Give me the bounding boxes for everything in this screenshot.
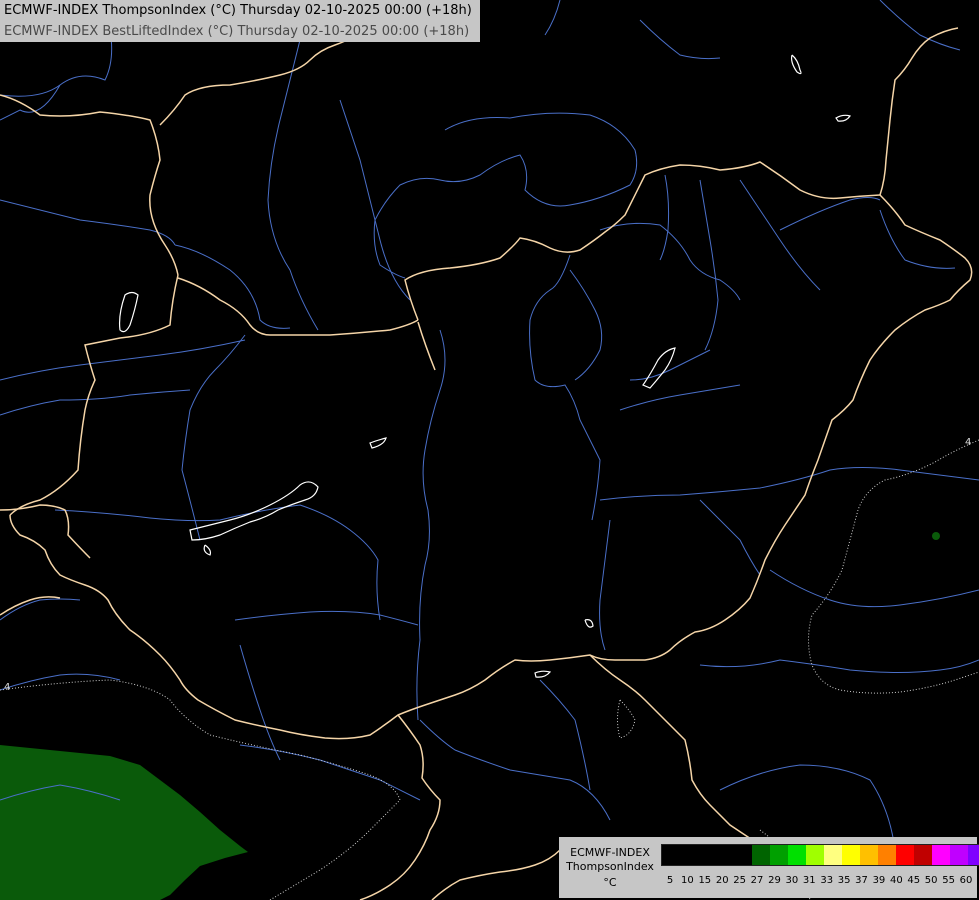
legend-tick-label: 60 [959,875,973,886]
map-title-best-lifted-index: ECMWF-INDEX BestLiftedIndex (°C) Thursda… [0,21,480,42]
legend-swatch [860,845,878,865]
legend-swatch [824,845,842,865]
contour-label: 4 [4,682,11,693]
legend-tick-label: 27 [750,875,764,886]
legend-tick-label: 30 [785,875,799,886]
legend-tick-label: 55 [942,875,955,886]
weather-map [0,0,979,900]
legend-swatch [716,845,734,865]
legend-title: ECMWF-INDEX ThompsonIndex [561,846,659,874]
legend-tick-label: 20 [715,875,729,886]
thompson-index-spot [932,532,940,540]
legend-swatch [680,845,698,865]
legend-tick-label: 33 [820,875,834,886]
legend-tick-label: 50 [924,875,938,886]
legend-unit: °C [603,876,617,889]
legend-swatch [914,845,932,865]
legend-tick-label: 5 [666,875,674,886]
legend-tick-label: 40 [889,875,903,886]
legend-tick-label: 45 [907,875,921,886]
legend-swatches [661,844,979,866]
legend-swatch [770,845,788,865]
legend-swatch [842,845,860,865]
legend-tick-label: 39 [872,875,886,886]
color-legend: ECMWF-INDEX ThompsonIndex °C 5 10 15 20 25 27… [559,837,979,898]
legend-swatch [734,845,752,865]
legend-tick-label: 37 [855,875,868,886]
legend-swatch [806,845,824,865]
legend-swatch [698,845,716,865]
legend-swatch [752,845,770,865]
legend-model: ECMWF-INDEX [570,846,650,859]
legend-swatch [932,845,950,865]
legend-swatch [878,845,896,865]
legend-swatch [788,845,806,865]
legend-swatch [662,845,680,865]
legend-tick-label: 35 [837,875,851,886]
legend-tick-label: 25 [733,875,747,886]
legend-swatch [950,845,968,865]
map-title-thompson-index: ECMWF-INDEX ThompsonIndex (°C) Thursday … [0,0,480,21]
legend-parameter: ThompsonIndex [566,860,654,873]
legend-tick-label: 15 [698,875,712,886]
legend-swatch [896,845,914,865]
contour-label: 4 [965,437,972,448]
legend-ticks: 5 10 15 20 25 27 29 30 31 33 35 37 39 40 45 50 55 60 [666,875,977,889]
legend-tick-label: 10 [681,875,694,886]
legend-tick-label: 29 [768,875,781,886]
legend-swatch [968,845,979,865]
legend-tick-label: 31 [802,875,816,886]
